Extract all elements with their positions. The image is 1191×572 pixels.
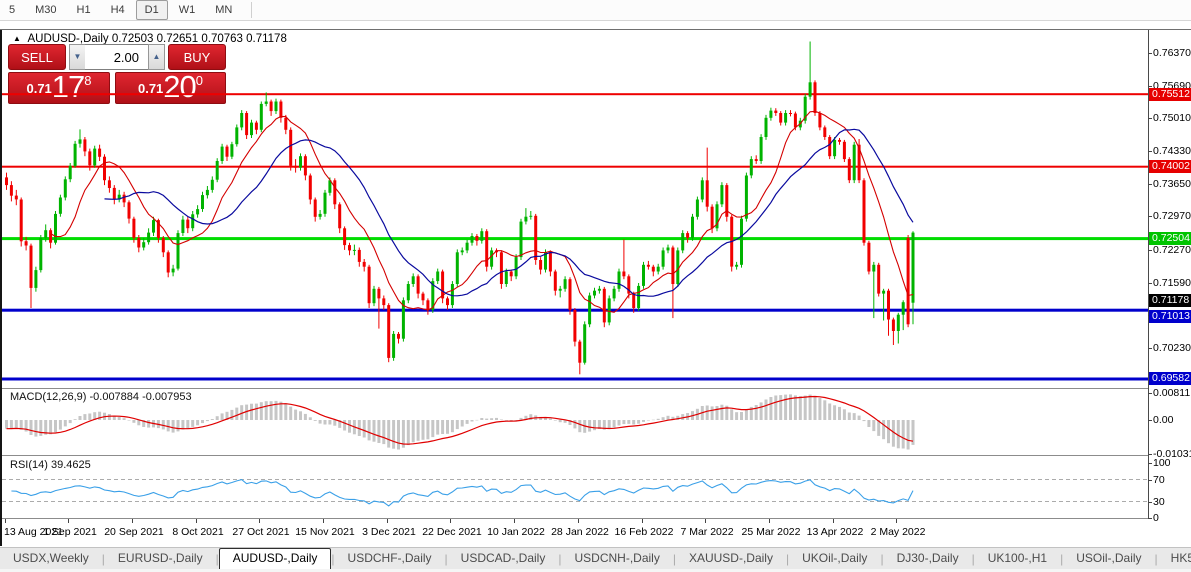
price-badge-0.71013: 0.71013 <box>1149 310 1191 323</box>
date-label: 2 May 2022 <box>870 526 926 538</box>
date-tick-mark <box>642 519 643 523</box>
price-tick-label: 0.72270 <box>1153 244 1191 256</box>
price-tick-mark <box>1148 151 1152 152</box>
price-tick-label: 0.76370 <box>1153 47 1191 59</box>
rsi-panel[interactable] <box>2 457 1148 518</box>
date-tick-mark <box>896 519 897 523</box>
toolbar-separator <box>251 2 253 18</box>
date-tick-mark <box>705 519 706 523</box>
macd-tick-mark <box>1148 420 1152 421</box>
date-label: 7 Mar 2022 <box>680 526 734 538</box>
tab-ukoil-daily[interactable]: UKOil-,Daily <box>789 548 880 570</box>
date-tick-mark <box>387 519 388 523</box>
date-tick-mark <box>578 519 579 523</box>
tab-usoil-daily[interactable]: USOil-,Daily <box>1063 548 1154 570</box>
price-tick-label: 0.70230 <box>1153 342 1191 354</box>
price-tick-mark <box>1148 184 1152 185</box>
tab-dj30-daily[interactable]: DJ30-,Daily <box>884 548 972 570</box>
date-label: 10 Jan 2022 <box>487 526 545 538</box>
panel-separator <box>2 518 1148 519</box>
tab-usdcnh-daily[interactable]: USDCNH-,Daily <box>561 548 672 570</box>
price-chart[interactable] <box>2 30 1148 388</box>
date-label: 20 Sep 2021 <box>104 526 164 538</box>
price-tick-label: 0.71590 <box>1153 277 1191 289</box>
tab-hk50[interactable]: HK50-, <box>1158 548 1191 570</box>
tab-eurusd-daily[interactable]: EURUSD-,Daily <box>105 548 216 570</box>
macd-values: -0.007884 -0.007953 <box>89 391 192 403</box>
price-badge-0.71178: 0.71178 <box>1149 294 1191 307</box>
timeframe-toolbar: 5 M30 H1 H4 D1 W1 MN <box>0 0 1191 21</box>
date-tick-mark <box>323 519 324 523</box>
price-badge-0.75512: 0.75512 <box>1149 88 1191 101</box>
tab-usdx-weekly[interactable]: USDX,Weekly <box>0 548 102 570</box>
date-label: 1 Sep 2021 <box>43 526 97 538</box>
timeframe-button-h4[interactable]: H4 <box>102 0 134 20</box>
price-tick-mark <box>1148 348 1152 349</box>
date-label: 22 Dec 2021 <box>422 526 482 538</box>
rsi-value: 39.4625 <box>50 459 91 471</box>
date-label: 25 Mar 2022 <box>741 526 801 538</box>
rsi-axis-label: 0 <box>1153 512 1159 524</box>
price-badge-0.69582: 0.69582 <box>1149 372 1191 385</box>
date-tick-mark <box>450 519 451 523</box>
timeframe-button-m30[interactable]: M30 <box>26 0 65 20</box>
date-label: 15 Nov 2021 <box>295 526 355 538</box>
timeframe-button-mn[interactable]: MN <box>206 0 241 20</box>
price-tick-label: 0.75010 <box>1153 112 1191 124</box>
date-tick-mark <box>514 519 515 523</box>
tab-xauusd-daily[interactable]: XAUUSD-,Daily <box>676 548 786 570</box>
panel-separator[interactable] <box>2 388 1148 389</box>
timeframe-button-d1[interactable]: D1 <box>135 0 168 20</box>
price-tick-mark <box>1148 283 1152 284</box>
price-badge-0.72504: 0.72504 <box>1149 232 1191 245</box>
price-tick-mark <box>1148 250 1152 251</box>
date-tick-mark <box>68 519 69 523</box>
rsi-axis-label: 70 <box>1153 474 1165 486</box>
date-tick-mark <box>769 519 770 523</box>
date-tick-mark <box>259 519 260 523</box>
date-label: 16 Feb 2022 <box>614 526 674 538</box>
date-label: 27 Oct 2021 <box>232 526 290 538</box>
rsi-indicator-label: RSI(14) 39.4625 <box>10 459 91 471</box>
timeframe-button-5[interactable]: 5 <box>0 0 24 20</box>
price-tick-mark <box>1148 216 1152 217</box>
timeframe-button-h1[interactable]: H1 <box>68 0 100 20</box>
rsi-tick-mark <box>1148 463 1152 464</box>
macd-axis-label: 0.00 <box>1153 414 1174 426</box>
rsi-tick-mark <box>1148 480 1152 481</box>
macd-tick-mark <box>1148 454 1152 455</box>
date-label: 3 Dec 2021 <box>362 526 416 538</box>
rsi-tick-mark <box>1148 502 1152 503</box>
price-badge-0.74002: 0.74002 <box>1149 160 1191 173</box>
rsi-axis-label: 30 <box>1153 496 1165 508</box>
price-tick-mark <box>1148 53 1152 54</box>
price-tick-label: 0.73650 <box>1153 178 1191 190</box>
macd-indicator-label: MACD(12,26,9) -0.007884 -0.007953 <box>10 391 192 403</box>
date-tick-mark <box>5 519 6 523</box>
price-axis-border <box>1148 30 1149 519</box>
date-tick-mark <box>132 519 133 523</box>
tab-usdchf-daily[interactable]: USDCHF-,Daily <box>335 548 445 570</box>
macd-tick-mark <box>1148 393 1152 394</box>
price-tick-mark <box>1148 86 1152 87</box>
price-tick-label: 0.72970 <box>1153 210 1191 222</box>
rsi-axis-label: 100 <box>1153 457 1171 469</box>
panel-separator[interactable] <box>2 455 1148 456</box>
symbol-tab-bar: USDX,Weekly | EURUSD-,Daily | AUDUSD-,Daily |… <box>0 547 1191 570</box>
tab-uk100-h1[interactable]: UK100-,H1 <box>975 548 1060 570</box>
date-tick-mark <box>833 519 834 523</box>
tab-audusd-daily[interactable]: AUDUSD-,Daily <box>218 548 332 570</box>
date-tick-mark <box>196 519 197 523</box>
date-label: 8 Oct 2021 <box>172 526 224 538</box>
price-tick-label: 0.74330 <box>1153 145 1191 157</box>
tab-usdcad-daily[interactable]: USDCAD-,Daily <box>448 548 559 570</box>
date-label: 28 Jan 2022 <box>551 526 609 538</box>
timeframe-button-w1[interactable]: W1 <box>170 0 205 20</box>
rsi-tick-mark <box>1148 518 1152 519</box>
date-label: 13 Apr 2022 <box>806 526 864 538</box>
price-tick-mark <box>1148 118 1152 119</box>
macd-axis-label: 0.00811 <box>1153 387 1191 399</box>
